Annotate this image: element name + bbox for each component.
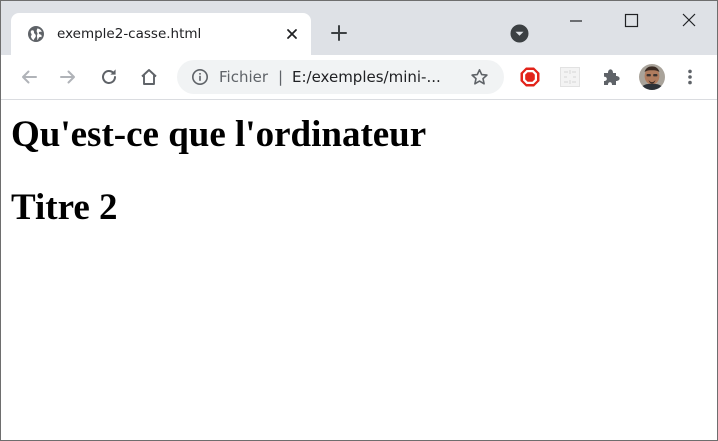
extension-placeholder-icon[interactable] xyxy=(559,66,581,88)
omnibox-separator: | xyxy=(278,68,284,86)
address-bar[interactable]: Fichier | E:/exemples/mini-... xyxy=(177,60,504,94)
browser-window: exemple2-casse.html Fichier | E:/exemple… xyxy=(0,0,718,441)
window-close-button[interactable] xyxy=(677,9,701,33)
star-icon[interactable] xyxy=(470,68,489,87)
back-button[interactable] xyxy=(19,67,39,87)
tab-close-icon[interactable] xyxy=(283,25,301,43)
info-icon[interactable] xyxy=(191,68,209,86)
security-chip-label[interactable]: Fichier xyxy=(219,68,268,86)
home-button[interactable] xyxy=(139,67,159,87)
avatar[interactable] xyxy=(639,64,665,90)
new-tab-button[interactable] xyxy=(329,23,349,43)
kebab-menu-icon[interactable] xyxy=(680,67,700,87)
globe-icon xyxy=(27,25,45,43)
tab-search-button[interactable] xyxy=(510,24,529,43)
page-content: Qu'est-ce que l'ordinateur Titre 2 xyxy=(1,100,717,440)
tab-strip: exemple2-casse.html xyxy=(1,1,717,55)
minimize-button[interactable] xyxy=(564,9,588,33)
forward-button[interactable] xyxy=(58,67,78,87)
reload-button[interactable] xyxy=(99,67,119,87)
page-heading-1: Qu'est-ce que l'ordinateur xyxy=(11,114,427,155)
toolbar: Fichier | E:/exemples/mini-... xyxy=(1,55,717,100)
ublock-icon[interactable] xyxy=(519,66,541,88)
page-heading-2: Titre 2 xyxy=(11,187,118,228)
maximize-button[interactable] xyxy=(619,9,643,33)
tab-active[interactable]: exemple2-casse.html xyxy=(11,13,311,55)
puzzle-icon[interactable] xyxy=(600,66,622,88)
url-text[interactable]: E:/exemples/mini-... xyxy=(292,68,441,86)
tab-title: exemple2-casse.html xyxy=(57,26,202,42)
